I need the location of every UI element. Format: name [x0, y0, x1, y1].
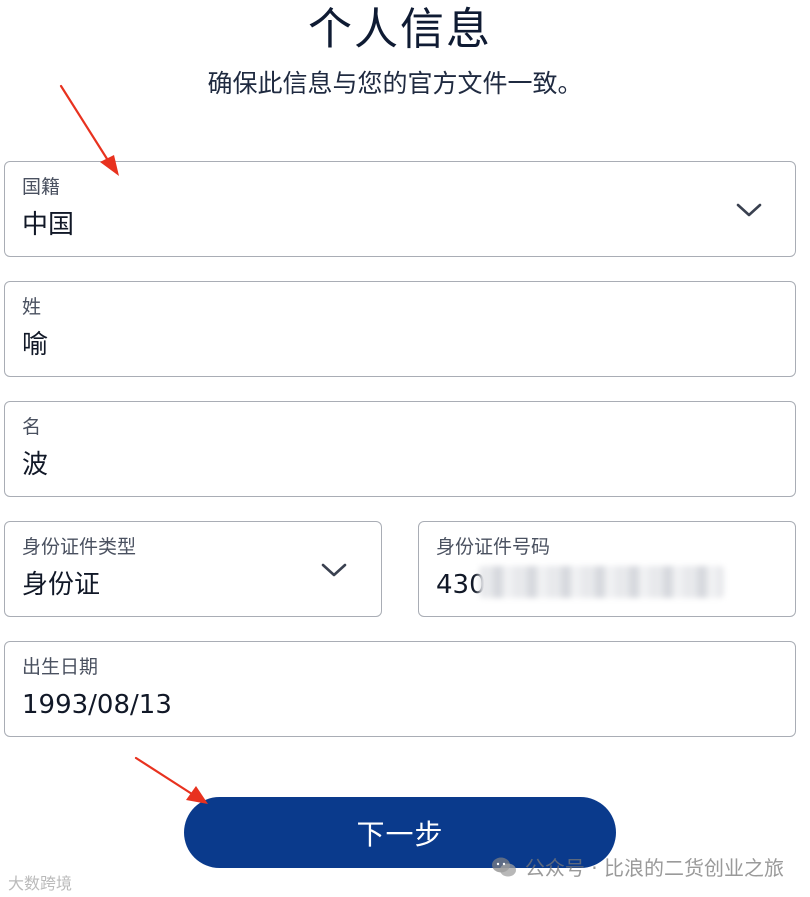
redacted-mask	[479, 566, 724, 598]
red-arrow-icon	[134, 756, 208, 804]
first-name-label: 名	[22, 416, 42, 438]
id-type-label: 身份证件类型	[22, 536, 137, 558]
watermark-right-text: 公众号 · 比浪的二货创业之旅	[524, 856, 784, 880]
nationality-value: 中国	[22, 210, 75, 240]
id-number-field[interactable]: 身份证件号码 430	[418, 521, 796, 617]
last-name-value: 喻	[22, 330, 49, 360]
wechat-icon	[491, 856, 517, 878]
chevron-down-icon	[735, 201, 763, 219]
first-name-field[interactable]: 名 波	[4, 401, 796, 497]
last-name-label: 姓	[22, 296, 42, 318]
id-number-label: 身份证件号码	[436, 536, 551, 558]
page-title: 个人信息	[308, 4, 492, 55]
last-name-field[interactable]: 姓 喻	[4, 281, 796, 377]
watermark-left: 大数跨境	[8, 874, 73, 893]
chevron-down-icon	[320, 561, 348, 579]
id-type-select[interactable]: 身份证件类型 身份证	[4, 521, 382, 617]
birth-date-field[interactable]: 出生日期 1993/08/13	[4, 641, 796, 737]
birth-date-label: 出生日期	[22, 656, 99, 678]
red-arrow-icon	[59, 84, 119, 176]
watermark-right: 公众号 · 比浪的二货创业之旅	[491, 852, 784, 881]
birth-date-value: 1993/08/13	[22, 690, 172, 720]
id-type-value: 身份证	[22, 570, 101, 600]
first-name-value: 波	[22, 450, 49, 480]
